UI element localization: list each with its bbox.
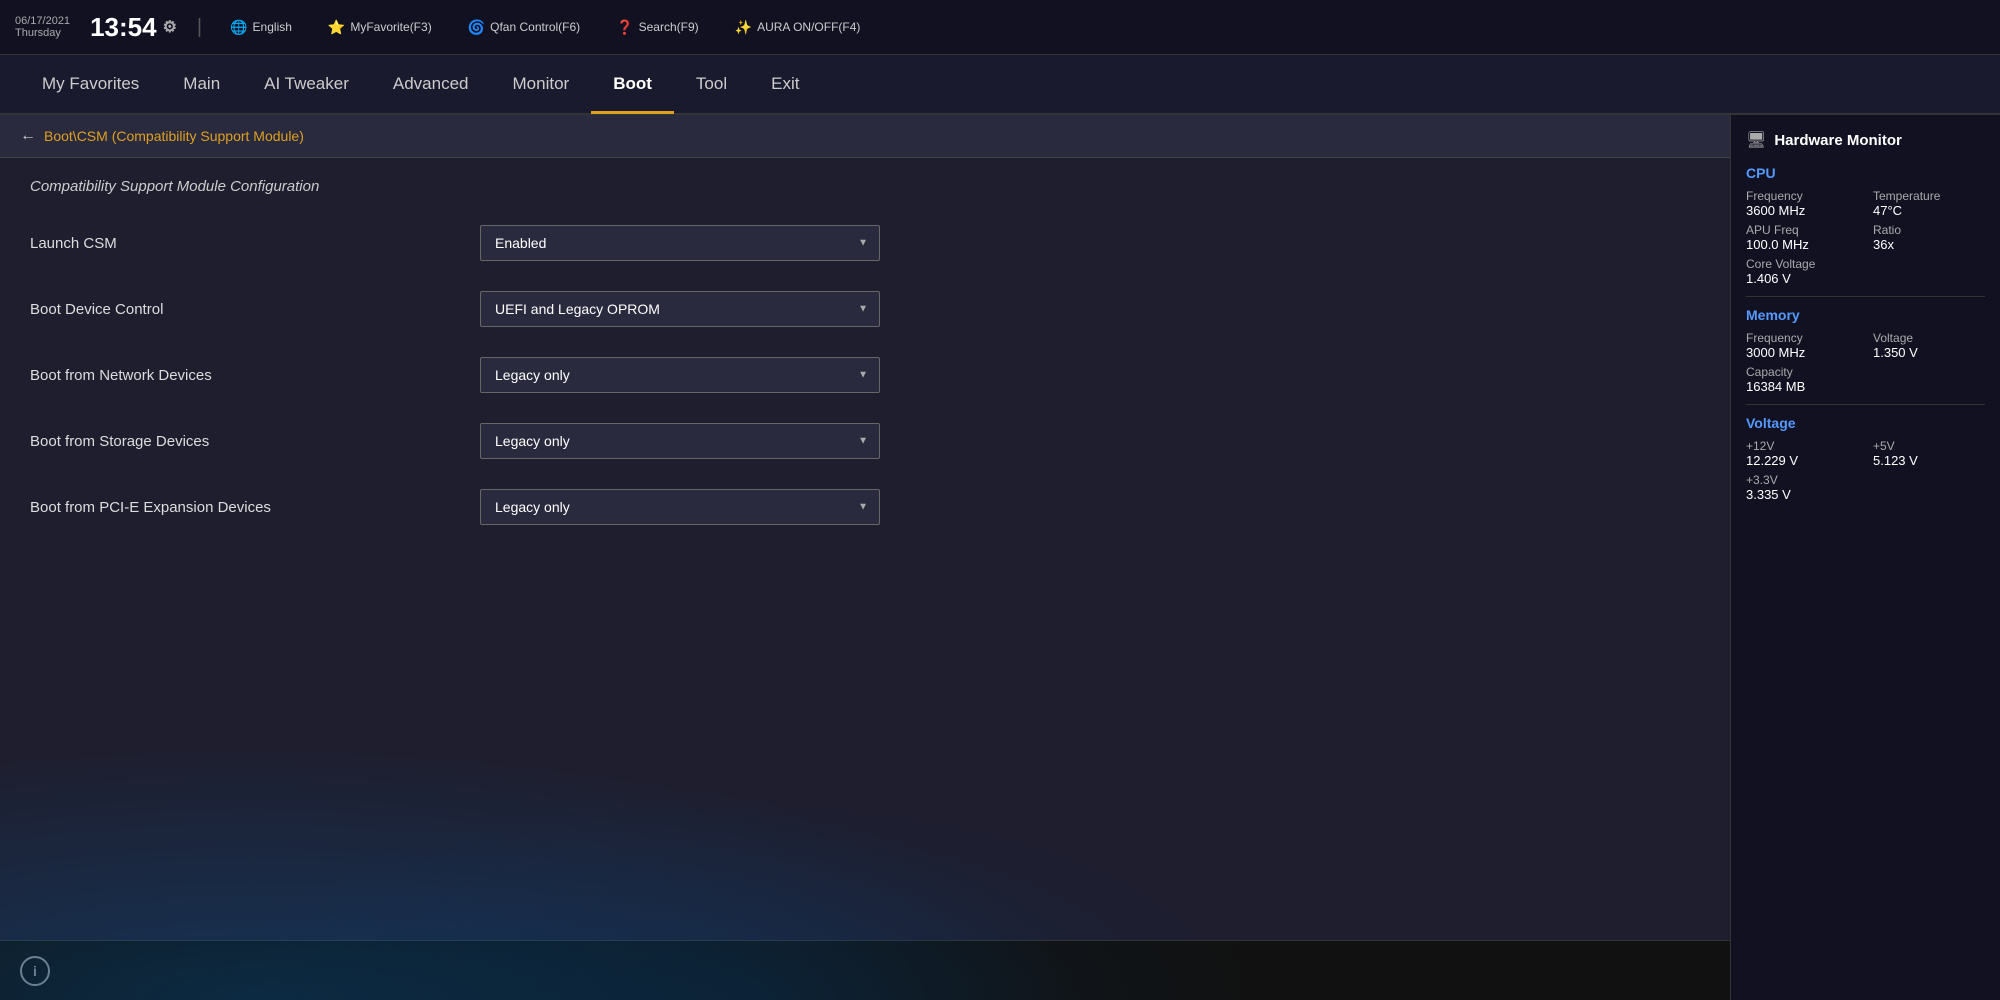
boot-from-network-label: Boot from Network Devices — [30, 367, 480, 384]
memory-section-title: Memory — [1746, 307, 1985, 323]
boot-device-control-select[interactable]: UEFI and Legacy OPROM UEFI only Legacy o… — [480, 291, 880, 327]
day-display: Thursday — [15, 27, 70, 39]
nav-advanced[interactable]: Advanced — [371, 54, 491, 114]
toolbar-myfavorite[interactable]: ⭐ MyFavorite(F3) — [320, 16, 440, 39]
gear-icon[interactable]: ⚙ — [163, 17, 177, 37]
aura-icon: ✨ — [735, 19, 752, 36]
hardware-monitor-title: 🖥 Hardware Monitor — [1746, 130, 1985, 150]
cpu-freq-label: Frequency 3600 MHz — [1746, 189, 1858, 218]
cpu-apu-freq-label: APU Freq 100.0 MHz — [1746, 223, 1858, 252]
voltage-grid: +12V 12.229 V +5V 5.123 V +3.3V 3.335 V — [1746, 439, 1985, 502]
setting-row-boot-device-control: Boot Device Control UEFI and Legacy OPRO… — [30, 286, 1700, 332]
boot-from-pcie-dropdown-wrapper: Legacy only UEFI only Ignore — [480, 489, 880, 525]
cpu-core-voltage-label: Core Voltage 1.406 V — [1746, 257, 1858, 286]
memory-grid: Frequency 3000 MHz Voltage 1.350 V Capac… — [1746, 331, 1985, 394]
boot-from-storage-dropdown-wrapper: Legacy only UEFI only Ignore — [480, 423, 880, 459]
setting-row-launch-csm: Launch CSM Enabled Disabled — [30, 220, 1700, 266]
mem-capacity-label: Capacity 16384 MB — [1746, 365, 1858, 394]
back-arrow-icon[interactable]: ← — [20, 127, 36, 145]
toolbar-divider: | — [197, 16, 202, 39]
mem-voltage-label: Voltage 1.350 V — [1873, 331, 1985, 360]
info-bar: i — [0, 940, 1730, 1000]
nav-ai-tweaker[interactable]: AI Tweaker — [242, 54, 371, 114]
toolbar-aura[interactable]: ✨ AURA ON/OFF(F4) — [727, 16, 869, 39]
memory-divider — [1746, 404, 1985, 405]
boot-from-storage-label: Boot from Storage Devices — [30, 433, 480, 450]
nav-tool[interactable]: Tool — [674, 54, 749, 114]
v5-label: +5V 5.123 V — [1873, 439, 1985, 468]
breadcrumb-text: Boot\CSM (Compatibility Support Module) — [44, 128, 304, 144]
boot-from-network-select[interactable]: Legacy only UEFI only Ignore — [480, 357, 880, 393]
info-icon: i — [20, 956, 50, 986]
top-toolbar: 06/17/2021 Thursday 13:54 ⚙ | 🌐 English … — [0, 0, 2000, 55]
setting-row-boot-from-pcie: Boot from PCI-E Expansion Devices Legacy… — [30, 484, 1700, 530]
boot-from-network-dropdown-wrapper: Legacy only UEFI only Ignore — [480, 357, 880, 393]
settings-area: Compatibility Support Module Configurati… — [0, 158, 1730, 570]
cpu-ratio-label: Ratio 36x — [1873, 223, 1985, 252]
boot-device-control-label: Boot Device Control — [30, 301, 480, 318]
cpu-grid: Frequency 3600 MHz Temperature 47°C APU … — [1746, 189, 1985, 286]
nav-monitor[interactable]: Monitor — [491, 54, 592, 114]
nav-boot[interactable]: Boot — [591, 54, 674, 114]
setting-row-boot-from-network: Boot from Network Devices Legacy only UE… — [30, 352, 1700, 398]
voltage-section: Voltage +12V 12.229 V +5V 5.123 V +3.3V … — [1746, 415, 1985, 502]
question-icon: ❓ — [616, 19, 633, 36]
nav-my-favorites[interactable]: My Favorites — [20, 54, 161, 114]
toolbar-english[interactable]: 🌐 English — [222, 16, 300, 39]
breadcrumb: ← Boot\CSM (Compatibility Support Module… — [0, 115, 1730, 158]
voltage-section-title: Voltage — [1746, 415, 1985, 431]
nav-bar: My Favorites Main AI Tweaker Advanced Mo… — [0, 55, 2000, 115]
cpu-temp-label: Temperature 47°C — [1873, 189, 1985, 218]
hardware-monitor-title-text: Hardware Monitor — [1774, 132, 1902, 149]
cpu-section-title: CPU — [1746, 165, 1985, 181]
launch-csm-dropdown-wrapper: Enabled Disabled — [480, 225, 880, 261]
main-content: ← Boot\CSM (Compatibility Support Module… — [0, 115, 1730, 1000]
v33-label: +3.3V 3.335 V — [1746, 473, 1858, 502]
date-display: 06/17/2021 — [15, 15, 70, 27]
nav-exit[interactable]: Exit — [749, 54, 821, 114]
toolbar-search[interactable]: ❓ Search(F9) — [608, 16, 706, 39]
time-display: 13:54 ⚙ — [90, 12, 177, 43]
mem-freq-label: Frequency 3000 MHz — [1746, 331, 1858, 360]
setting-row-boot-from-storage: Boot from Storage Devices Legacy only UE… — [30, 418, 1700, 464]
section-title: Compatibility Support Module Configurati… — [30, 178, 1700, 195]
launch-csm-label: Launch CSM — [30, 235, 480, 252]
cpu-section: CPU Frequency 3600 MHz Temperature 47°C … — [1746, 165, 1985, 286]
fan-icon: 🌀 — [468, 19, 485, 36]
star-icon: ⭐ — [328, 19, 345, 36]
toolbar-qfan[interactable]: 🌀 Qfan Control(F6) — [460, 16, 588, 39]
cpu-divider — [1746, 296, 1985, 297]
datetime-display: 06/17/2021 Thursday — [15, 15, 70, 39]
nav-main[interactable]: Main — [161, 54, 242, 114]
hardware-monitor-panel: 🖥 Hardware Monitor CPU Frequency 3600 MH… — [1730, 115, 2000, 1000]
boot-from-pcie-label: Boot from PCI-E Expansion Devices — [30, 499, 480, 516]
boot-from-storage-select[interactable]: Legacy only UEFI only Ignore — [480, 423, 880, 459]
content-wrapper: ← Boot\CSM (Compatibility Support Module… — [0, 115, 2000, 1000]
v12-label: +12V 12.229 V — [1746, 439, 1858, 468]
boot-from-pcie-select[interactable]: Legacy only UEFI only Ignore — [480, 489, 880, 525]
memory-section: Memory Frequency 3000 MHz Voltage 1.350 … — [1746, 307, 1985, 394]
globe-icon: 🌐 — [230, 19, 247, 36]
launch-csm-select[interactable]: Enabled Disabled — [480, 225, 880, 261]
monitor-icon: 🖥 — [1746, 130, 1766, 150]
boot-device-control-dropdown-wrapper: UEFI and Legacy OPROM UEFI only Legacy o… — [480, 291, 880, 327]
